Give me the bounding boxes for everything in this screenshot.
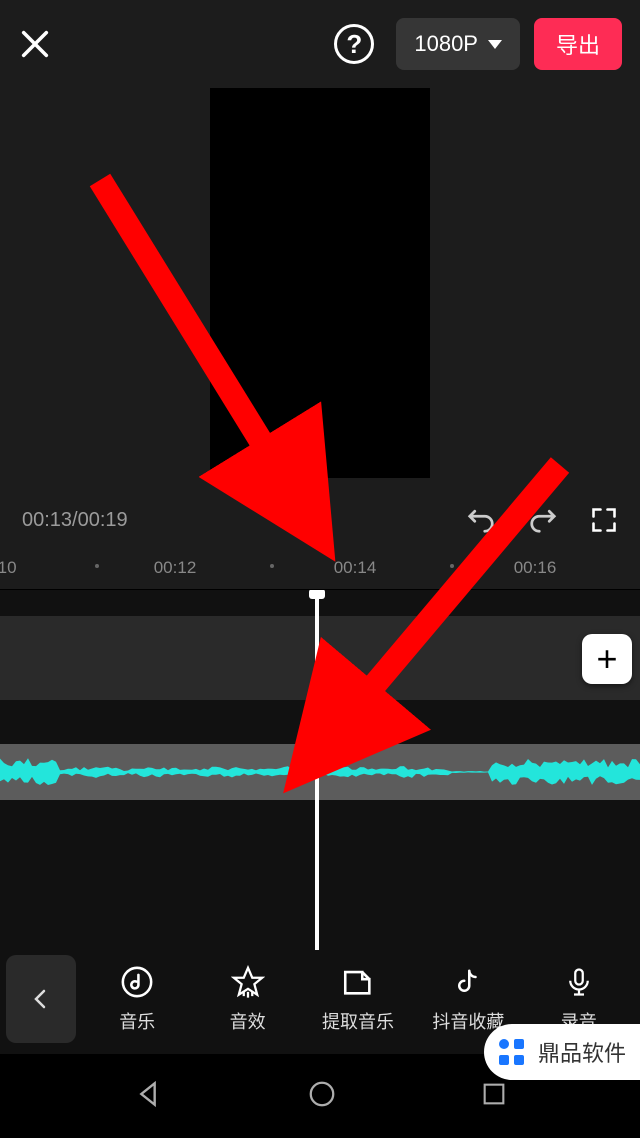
tool-label: 音乐 (119, 1008, 155, 1034)
export-label: 导出 (556, 28, 600, 60)
play-button[interactable] (306, 506, 334, 534)
resolution-selector[interactable]: 1080P (396, 18, 520, 70)
ruler-label: 00:12 (154, 558, 197, 578)
player-controls: 00:13/00:19 (0, 490, 640, 550)
playhead[interactable] (315, 590, 319, 950)
extract-icon (341, 964, 375, 1000)
add-clip-button[interactable]: + (582, 634, 632, 684)
watermark-text: 鼎品软件 (538, 1036, 626, 1068)
help-glyph: ? (346, 29, 362, 60)
fullscreen-button[interactable] (590, 505, 618, 535)
sfx-icon (231, 964, 265, 1000)
ruler-label: 00:14 (334, 558, 377, 578)
douyin-icon (453, 964, 483, 1000)
resolution-label: 1080P (414, 31, 478, 57)
video-track[interactable] (0, 616, 640, 700)
top-bar: ? 1080P 导出 (0, 0, 640, 88)
toolbar-back-button[interactable] (6, 955, 76, 1043)
plus-icon: + (596, 638, 617, 680)
tool-sfx[interactable]: 音效 (200, 964, 296, 1034)
redo-button[interactable] (528, 505, 558, 535)
nav-home-icon[interactable] (307, 1079, 337, 1114)
video-frame (210, 88, 430, 478)
timeline[interactable]: + (0, 590, 640, 950)
record-icon (564, 964, 594, 1000)
tool-label: 提取音乐 (322, 1008, 394, 1034)
close-icon[interactable] (18, 27, 52, 61)
watermark-badge: 鼎品软件 (484, 1024, 640, 1080)
ruler-label: 0:10 (0, 558, 17, 578)
tool-douyin[interactable]: 抖音收藏 (420, 964, 516, 1034)
ruler-tick (95, 564, 99, 568)
time-display: 00:13/00:19 (22, 509, 128, 532)
audio-waveform (0, 754, 640, 790)
watermark-logo-icon (494, 1034, 530, 1070)
timeline-ruler[interactable]: 0:10 00:12 00:14 00:16 (0, 550, 640, 590)
video-preview[interactable] (0, 88, 640, 490)
export-button[interactable]: 导出 (534, 18, 622, 70)
audio-track[interactable] (0, 744, 640, 800)
tool-extract[interactable]: 提取音乐 (310, 964, 406, 1034)
help-icon[interactable]: ? (334, 24, 374, 64)
dropdown-icon (488, 40, 502, 49)
undo-button[interactable] (466, 505, 496, 535)
ruler-label: 00:16 (514, 558, 557, 578)
music-icon (120, 964, 154, 1000)
tool-label: 音效 (230, 1008, 266, 1034)
nav-back-icon[interactable] (132, 1078, 164, 1115)
ruler-tick (270, 564, 274, 568)
ruler-tick (450, 564, 454, 568)
tool-music[interactable]: 音乐 (89, 964, 185, 1034)
nav-recents-icon[interactable] (480, 1080, 508, 1113)
